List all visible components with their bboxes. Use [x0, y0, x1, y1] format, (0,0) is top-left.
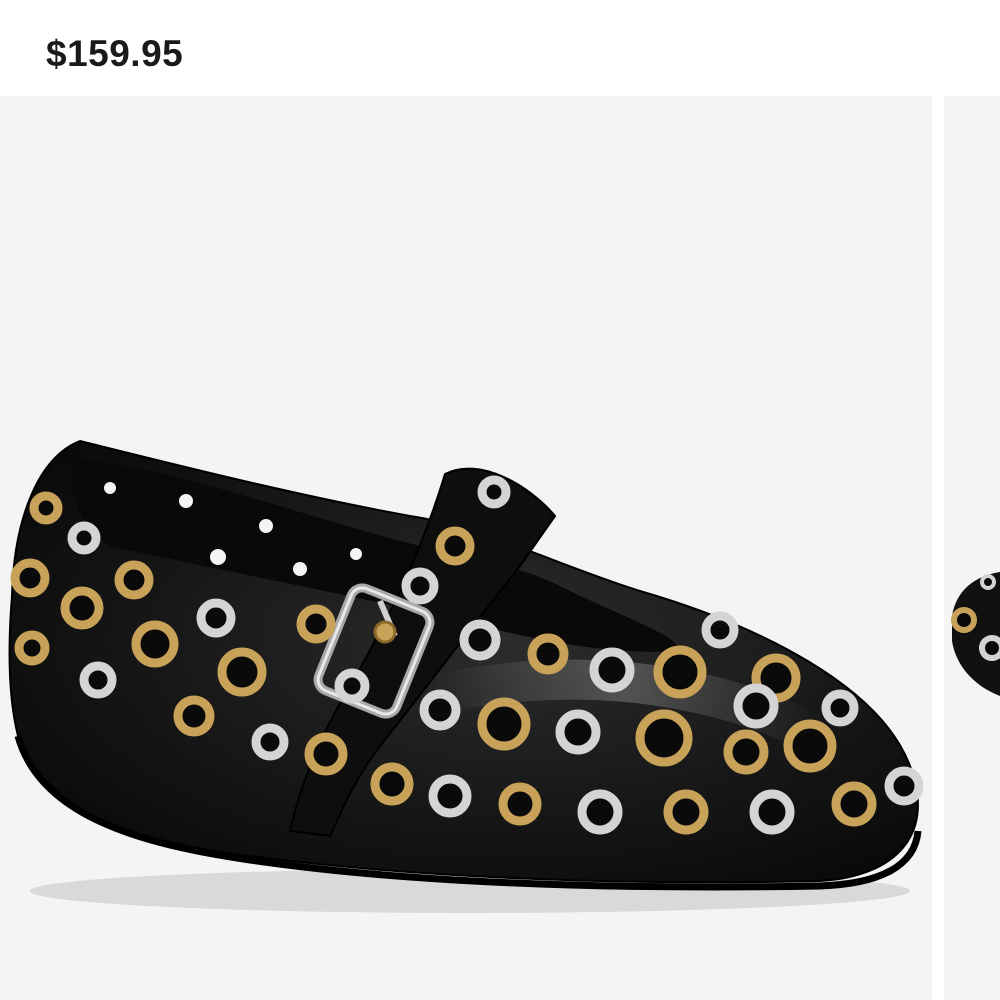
product-image-carousel[interactable]: [0, 96, 1000, 1000]
product-image-main[interactable]: [0, 96, 932, 1000]
product-page: $159.95: [0, 0, 1000, 1000]
product-image-next[interactable]: [944, 96, 1000, 1000]
product-price: $159.95: [46, 33, 184, 74]
shoe-thumbnail-icon: [951, 572, 1000, 696]
shoe-illustration: [8, 439, 924, 913]
